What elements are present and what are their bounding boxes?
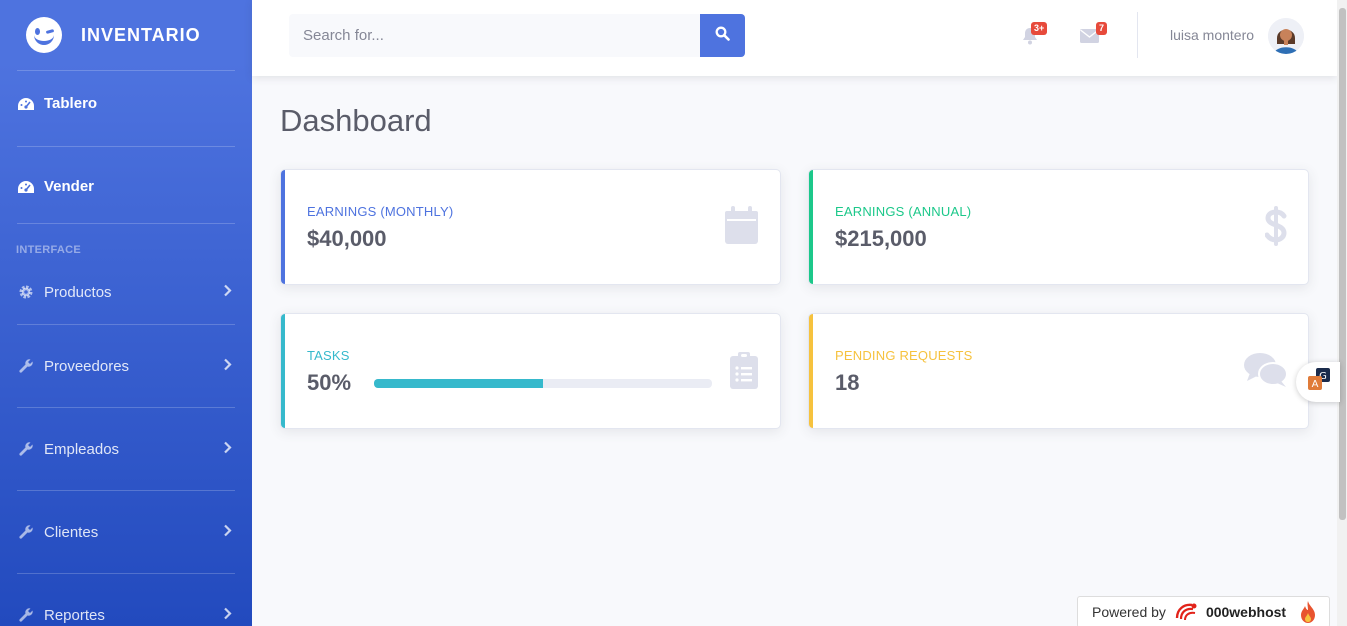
sidebar-item-label: Vender: [44, 178, 95, 195]
sidebar-item-label: Productos: [44, 283, 112, 301]
card-accent-bar: [281, 314, 285, 428]
card-accent-bar: [809, 170, 813, 284]
wink-face-logo-icon: [26, 17, 62, 53]
sidebar-item-label: Tablero: [44, 95, 98, 112]
sidebar-item-label: Proveedores: [44, 357, 130, 375]
wrench-icon: [16, 439, 36, 459]
dollar-icon: [1264, 206, 1287, 251]
card-value: 50%: [307, 370, 352, 395]
sidebar-item-label: Empleados: [44, 440, 120, 458]
tachometer-icon: [16, 177, 36, 197]
page-title: Dashboard: [280, 103, 432, 138]
powered-by-label: Powered by: [1092, 604, 1166, 620]
sidebar-divider: [17, 146, 235, 147]
card-accent-bar: [809, 314, 813, 428]
sidebar-item-clientes[interactable]: Clientes: [0, 491, 252, 573]
brand-name: INVENTARIO: [81, 24, 201, 45]
wrench-icon: [16, 605, 36, 625]
scrollbar-thumb[interactable]: [1339, 8, 1346, 520]
sidebar-item-proveedores[interactable]: Proveedores: [0, 325, 252, 407]
messages-dropdown[interactable]: 7: [1079, 22, 1109, 50]
sidebar-item-productos[interactable]: Productos: [0, 264, 252, 320]
wrench-icon: [16, 356, 36, 376]
sidebar-heading: INTERFACE: [16, 244, 82, 256]
user-name[interactable]: luisa montero: [1170, 27, 1254, 43]
topbar: 3+ 7 luisa montero: [252, 0, 1337, 76]
svg-text:A: A: [1312, 379, 1319, 390]
host-logo-icon: [1174, 602, 1200, 622]
chevron-right-icon: [223, 358, 232, 375]
host-brand: 000webhost: [1174, 602, 1286, 622]
earnings-annual-card: EARNINGS (ANNUAL) $215,000: [808, 169, 1309, 285]
alerts-dropdown[interactable]: 3+: [1020, 22, 1050, 50]
sidebar-item-label: Reportes: [44, 606, 105, 624]
chevron-right-icon: [223, 284, 232, 301]
sidebar: INVENTARIO Tablero Vender INTERFACE Prod…: [0, 0, 252, 626]
card-label: EARNINGS (ANNUAL): [835, 204, 972, 219]
earnings-monthly-card: EARNINGS (MONTHLY) $40,000: [280, 169, 781, 285]
card-value: $40,000: [307, 226, 387, 251]
card-label: PENDING REQUESTS: [835, 348, 973, 363]
card-accent-bar: [281, 170, 285, 284]
card-value: $215,000: [835, 226, 927, 251]
brand[interactable]: INVENTARIO: [0, 0, 252, 70]
search-button[interactable]: [700, 14, 745, 57]
wrench-icon: [16, 522, 36, 542]
sidebar-item-label: Clientes: [44, 523, 99, 541]
host-name: 000webhost: [1205, 604, 1287, 620]
sidebar-item-vender[interactable]: Vender: [0, 154, 252, 219]
sidebar-item-empleados[interactable]: Empleados: [0, 408, 252, 490]
sidebar-item-reportes[interactable]: Reportes: [0, 574, 252, 626]
search-input[interactable]: [289, 14, 700, 57]
tachometer-icon: [16, 94, 36, 114]
clipboard-list-icon: [730, 352, 758, 394]
progress-fill: [374, 379, 543, 388]
card-value: 18: [835, 370, 860, 395]
messages-badge: 7: [1096, 22, 1108, 35]
search-form: [289, 14, 745, 57]
search-icon: [715, 26, 730, 46]
flame-icon: [1299, 600, 1317, 626]
chevron-right-icon: [223, 607, 232, 624]
topbar-divider: [1137, 12, 1138, 58]
gear-icon: [16, 282, 36, 302]
pending-requests-card: PENDING REQUESTS 18: [808, 313, 1309, 429]
alerts-badge: 3+: [1031, 22, 1048, 35]
chevron-right-icon: [223, 441, 232, 458]
calendar-icon: [725, 206, 758, 249]
tasks-card: TASKS 50%: [280, 313, 781, 429]
sidebar-item-tablero[interactable]: Tablero: [0, 71, 252, 136]
translate-widget-button[interactable]: GA: [1296, 362, 1340, 402]
card-label: EARNINGS (MONTHLY): [307, 204, 454, 219]
avatar[interactable]: [1268, 18, 1304, 54]
tasks-progress-bar: [374, 379, 712, 388]
comments-icon: [1244, 352, 1288, 393]
chevron-right-icon: [223, 524, 232, 541]
card-label: TASKS: [307, 348, 350, 363]
powered-by-badge[interactable]: Powered by 000webhost: [1077, 596, 1330, 626]
